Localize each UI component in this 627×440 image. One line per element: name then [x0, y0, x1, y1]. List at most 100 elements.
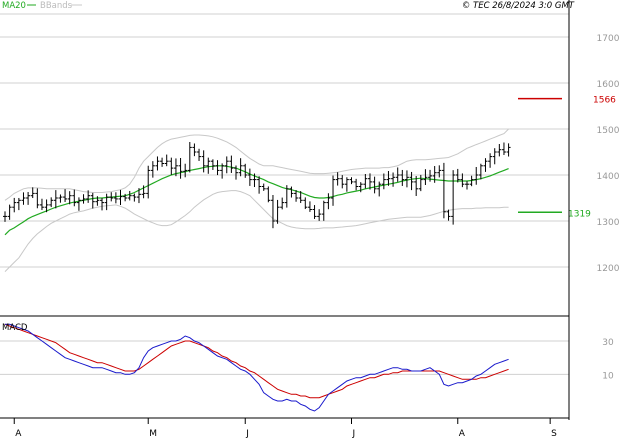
- price-bar: [113, 192, 118, 204]
- price-bar: [53, 190, 58, 209]
- macd-panel-title: MACD: [2, 323, 28, 333]
- price-bar: [428, 169, 433, 182]
- copyright-label: © TEC 26/8/2024 3:0 GMT: [462, 1, 575, 11]
- price-bar: [404, 170, 409, 188]
- price-bar: [127, 190, 132, 201]
- chart-background: [0, 13, 569, 375]
- price-bar: [483, 158, 488, 172]
- price-bar: [164, 154, 169, 167]
- price-bar: [354, 178, 359, 191]
- price-bar: [58, 194, 63, 203]
- price-bar: [104, 193, 109, 211]
- price-bar: [488, 153, 493, 168]
- price-bar: [224, 156, 229, 174]
- price-bars-layer: [3, 141, 511, 229]
- bbands-lower-line: [4, 190, 509, 272]
- macd-line: [5, 323, 509, 412]
- price-bar: [501, 142, 506, 155]
- price-bar: [206, 157, 211, 174]
- price-bar: [289, 186, 294, 198]
- price-bar: [197, 148, 202, 161]
- price-bar: [261, 183, 266, 191]
- price-bar: [35, 188, 40, 209]
- price-bar: [344, 177, 349, 192]
- x-tick-label: J: [352, 429, 356, 439]
- price-bar: [307, 201, 312, 212]
- price-bar: [63, 189, 68, 202]
- price-bar: [474, 166, 479, 185]
- price-bar: [326, 193, 331, 210]
- price-bar: [451, 170, 456, 225]
- price-bar: [340, 175, 345, 189]
- price-bar: [3, 211, 7, 222]
- price-tick-label: 1500: [597, 126, 620, 136]
- price-bar: [16, 197, 21, 211]
- price-tick-label: 1200: [597, 264, 620, 274]
- price-bar: [7, 204, 12, 220]
- price-bar: [492, 148, 497, 165]
- price-bar: [155, 156, 160, 171]
- price-tick-label: 1300: [597, 218, 620, 228]
- price-bar: [418, 174, 423, 192]
- legend-ma20: MA20: [2, 1, 26, 11]
- resistance-level-label: 1566: [593, 96, 616, 106]
- price-bar: [400, 169, 405, 186]
- price-bar: [363, 174, 368, 189]
- price-bar: [377, 181, 382, 197]
- price-bar: [169, 157, 174, 175]
- price-bar: [229, 155, 234, 173]
- price-bar: [72, 189, 77, 207]
- price-bar: [160, 157, 165, 167]
- price-bar: [192, 143, 197, 157]
- price-bar: [178, 157, 183, 179]
- price-bar: [372, 176, 377, 194]
- price-bar: [441, 162, 446, 219]
- price-bar: [210, 159, 215, 170]
- axes-layer: 1200 1300 1400 1500 1600 1700 30 10 A M J J A S: [0, 0, 620, 439]
- macd-signal-line: [4, 323, 509, 399]
- price-bar: [247, 168, 252, 186]
- price-bar: [331, 175, 336, 206]
- chart-canvas: 1566 1319 1200 1300 1400 1500 1600 1700 30 10 A M J…: [0, 0, 620, 439]
- price-bar: [317, 209, 322, 221]
- price-bar: [146, 165, 151, 199]
- price-bar: [187, 141, 192, 173]
- price-bar: [312, 205, 317, 219]
- bbands-upper-line: [4, 128, 509, 201]
- price-tick-label: 1600: [597, 80, 620, 90]
- price-bar: [132, 193, 137, 202]
- price-bar: [76, 197, 81, 211]
- support-level-label: 1319: [568, 209, 591, 219]
- price-bar: [12, 197, 17, 213]
- price-bar: [39, 198, 44, 211]
- price-bar: [118, 189, 123, 205]
- price-tick-label: 1700: [597, 34, 620, 44]
- price-bar: [270, 195, 275, 229]
- price-bar: [49, 197, 54, 208]
- price-bar: [381, 173, 386, 190]
- x-tick-label: M: [149, 429, 157, 439]
- price-bar: [280, 197, 285, 210]
- price-bar: [465, 181, 469, 190]
- price-bar: [506, 143, 511, 157]
- price-bar: [90, 192, 95, 209]
- price-bar: [349, 177, 354, 185]
- price-bar: [478, 163, 483, 180]
- price-bar: [303, 197, 308, 210]
- x-tick-label: A: [459, 429, 466, 439]
- price-bar: [21, 192, 26, 205]
- price-bar: [335, 172, 340, 186]
- levels-layer: 1566 1319: [518, 96, 616, 219]
- price-tick-label: 1400: [597, 172, 620, 182]
- macd-layer: [4, 323, 509, 412]
- price-bar: [238, 158, 243, 177]
- macd-tick-label: 30: [602, 338, 614, 348]
- price-bar: [497, 144, 502, 157]
- price-bar: [100, 197, 105, 211]
- x-tick-label: S: [551, 429, 557, 439]
- price-bar: [266, 186, 271, 203]
- price-bar: [321, 200, 326, 221]
- price-bar: [437, 165, 442, 178]
- x-tick-label: A: [15, 429, 22, 439]
- x-tick-label: J: [245, 429, 249, 439]
